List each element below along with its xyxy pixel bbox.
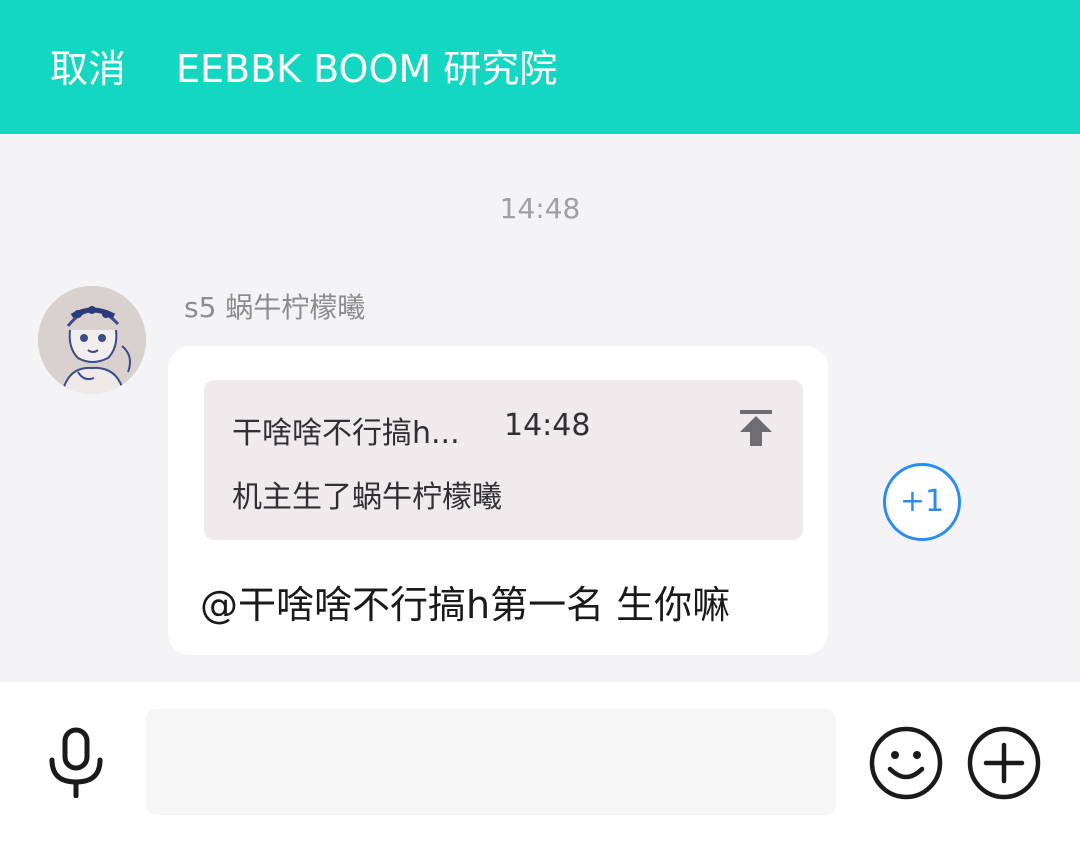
microphone-icon[interactable] [40,726,112,798]
smiley-icon[interactable] [868,725,944,801]
chat-title: EEBBK BOOM 研究院 [176,47,558,91]
quoted-text: 机主生了蜗牛柠檬曦 [232,480,502,515]
plus-one-button[interactable]: +1 [883,463,961,541]
cancel-button[interactable]: 取消 [50,44,126,94]
sender-name: s5 蜗牛柠檬曦 [184,291,366,324]
message-timestamp: 14:48 [499,192,581,225]
message-bubble[interactable]: 干啥啥不行搞h... 14:48 机主生了蜗牛柠檬曦 @干啥啥不行搞h第一名 生… [168,346,828,655]
pin-top-icon[interactable] [736,408,776,448]
avatar-sketch-icon [38,286,146,394]
quoted-time: 14:48 [504,408,591,443]
quoted-message[interactable]: 干啥啥不行搞h... 14:48 机主生了蜗牛柠檬曦 [204,380,803,540]
message-input[interactable] [146,709,836,815]
chat-area: 14:48 s5 蜗牛柠檬曦 干啥啥不行搞h... 14:48 机主生了蜗牛柠檬… [0,134,1080,682]
plus-circle-icon[interactable] [966,725,1042,801]
top-bar: 取消 EEBBK BOOM 研究院 [0,0,1080,134]
quoted-author: 干啥啥不行搞h... [232,416,460,451]
sender-avatar[interactable] [38,286,146,394]
input-bar [0,682,1080,844]
message-text: @干啥啥不行搞h第一名 生你嘛 [200,583,731,627]
